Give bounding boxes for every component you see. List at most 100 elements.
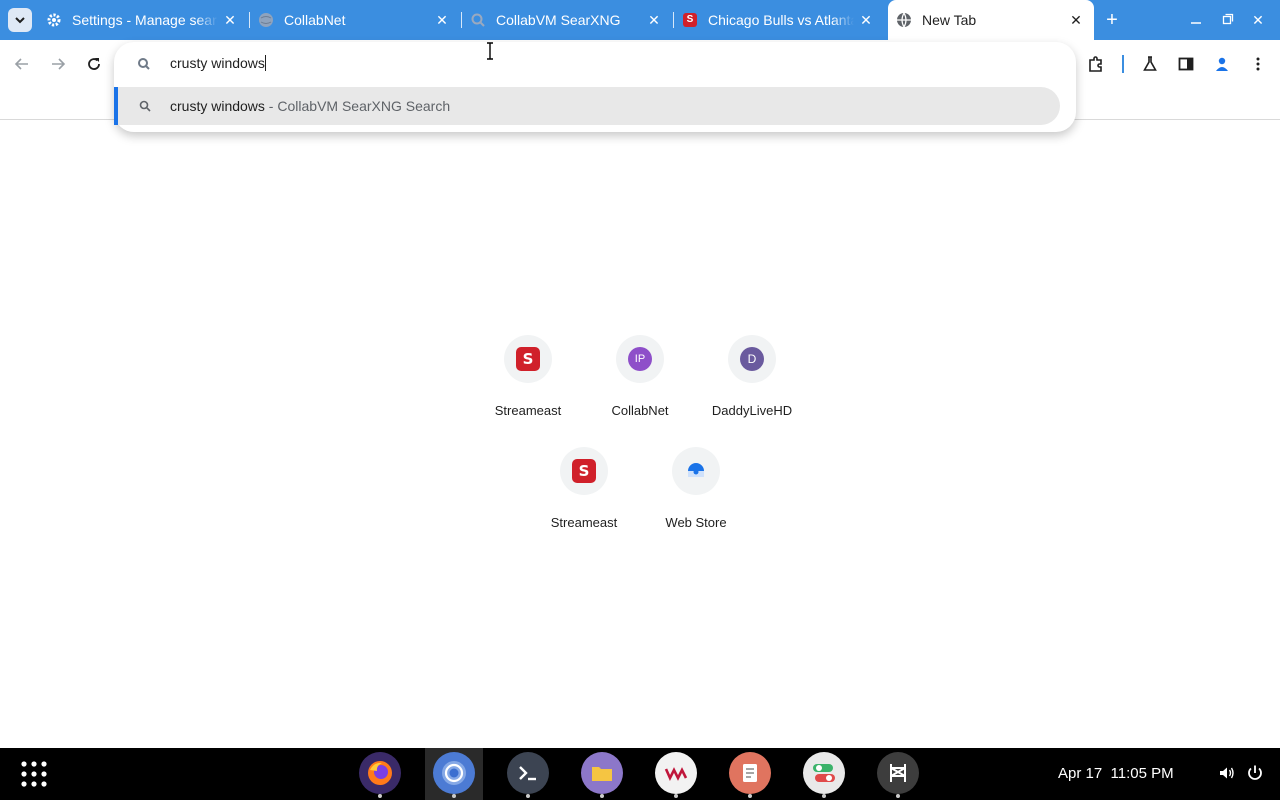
tab-strip: Settings - Manage search engines ✕ Colla… [0,0,1280,40]
shelf: Apr 17 11:05 PM [0,748,1280,800]
back-button[interactable] [10,52,34,76]
running-indicator [600,794,604,798]
streameast-icon: S [682,12,698,28]
running-indicator [452,794,456,798]
new-tab-button[interactable]: + [1102,10,1122,30]
reload-button[interactable] [82,52,106,76]
shortcut-web-store[interactable]: Web Store [640,447,752,559]
terminal-icon[interactable] [507,752,549,798]
shortcut-label: CollabNet [611,403,669,418]
search-icon [139,100,151,112]
labs-button[interactable] [1138,52,1162,76]
shortcut-streameast[interactable]: S Streameast [472,335,584,447]
web-store-icon [688,463,704,477]
running-indicator [674,794,678,798]
tab-title: Chicago Bulls vs Atlanta Hawks [708,12,854,28]
streameast-icon: S [572,459,596,483]
settings-toggle-icon[interactable] [803,752,845,798]
person-icon [1216,57,1228,71]
tab-title: CollabVM SearXNG [496,12,621,28]
side-panel-icon [1178,57,1194,71]
text-caret [264,55,266,71]
minimize-button[interactable] [1186,10,1206,30]
searxng-icon [138,58,150,70]
tab-collabvm-searxng[interactable]: CollabVM SearXNG ✕ [462,0,672,40]
shortcut-daddylivehd[interactable]: D DaddyLiveHD [696,335,808,447]
running-indicator [822,794,826,798]
shortcut-label: Streameast [494,403,562,418]
shortcut-icon-tile: IP [616,335,664,383]
chromium-icon[interactable] [433,752,475,798]
shortcut-collabnet[interactable]: IP CollabNet [584,335,696,447]
shortcut-label: DaddyLiveHD [711,403,793,418]
running-indicator [526,794,530,798]
firefox-icon[interactable] [359,752,401,798]
suggestion-separator: - [264,98,278,114]
tab-title: Settings - Manage search engines [72,12,218,28]
shortcut-icon-tile: S [560,447,608,495]
tab-close-button[interactable]: ✕ [434,12,450,28]
tab-close-button[interactable]: ✕ [858,12,874,28]
running-indicator [748,794,752,798]
suggestion-query: crusty windows [170,98,265,114]
launcher-grid-icon[interactable] [18,758,50,790]
tab-new-tab[interactable]: New Tab ✕ [888,0,1094,40]
shortcut-icon-tile: S [504,335,552,383]
shortcut-label: Streameast [550,515,618,530]
daddylive-letter-icon: D [740,347,764,371]
restore-icon [1222,13,1234,25]
profile-button[interactable] [1210,52,1234,76]
power-icon[interactable] [1246,764,1264,782]
flask-icon [1143,56,1157,71]
forward-arrow-icon [52,58,66,70]
tab-title: New Tab [922,12,977,28]
tab-search-button[interactable] [8,8,32,32]
streameast-icon: S [516,347,540,371]
toolbar-divider [1122,55,1124,73]
shortcut-icon-tile: D [728,335,776,383]
selection-indicator [114,87,118,125]
bridge-icon[interactable] [877,752,919,798]
reload-icon [88,58,100,70]
omnibox-input[interactable]: crusty windows [170,55,266,71]
kebab-menu-icon [1256,57,1260,71]
suggestion-engine: CollabVM SearXNG Search [277,98,451,114]
omnibox-input-value: crusty windows [170,55,265,71]
shortcut-streameast-2[interactable]: S Streameast [528,447,640,559]
vm-icon[interactable] [655,752,697,798]
tab-collabnet[interactable]: CollabNet ✕ [250,0,460,40]
tab-settings[interactable]: Settings - Manage search engines ✕ [38,0,248,40]
suggestion-text: crusty windows - CollabVM SearXNG Search [170,98,450,114]
tab-close-button[interactable]: ✕ [646,12,662,28]
extensions-button[interactable] [1084,52,1108,76]
omnibox-dropdown: crusty windows crusty windows - CollabVM… [114,42,1076,132]
shortcut-label: Web Store [665,515,727,530]
tab-title: CollabNet [284,12,346,28]
omnibox-suggestion[interactable]: crusty windows - CollabVM SearXNG Search [114,87,1060,125]
time-text: 11:05 PM [1110,765,1174,782]
forward-button[interactable] [46,52,70,76]
puzzle-icon [1089,56,1102,72]
tab-close-button[interactable]: ✕ [222,12,238,28]
close-window-button[interactable]: ✕ [1248,10,1268,30]
side-panel-button[interactable] [1174,52,1198,76]
tab-close-button[interactable]: ✕ [1068,12,1084,28]
running-indicator [378,794,382,798]
files-icon[interactable] [581,752,623,798]
back-arrow-icon [14,58,28,70]
searxng-icon [470,12,486,28]
status-clock[interactable]: Apr 17 11:05 PM [1058,765,1174,782]
shortcut-icon-tile [672,447,720,495]
date-text: Apr 17 [1058,765,1103,782]
globe-icon [258,12,274,28]
collabnet-letter-icon: IP [628,347,652,371]
text-editor-icon[interactable] [729,752,771,798]
restore-button[interactable] [1218,10,1238,30]
tab-chicago-bulls[interactable]: S Chicago Bulls vs Atlanta Hawks ✕ [674,0,884,40]
menu-button[interactable] [1246,52,1270,76]
text-cursor-icon [487,42,493,60]
gear-icon [46,12,62,28]
chevron-down-icon [15,17,25,24]
running-indicator [896,794,900,798]
volume-icon[interactable] [1218,764,1236,782]
